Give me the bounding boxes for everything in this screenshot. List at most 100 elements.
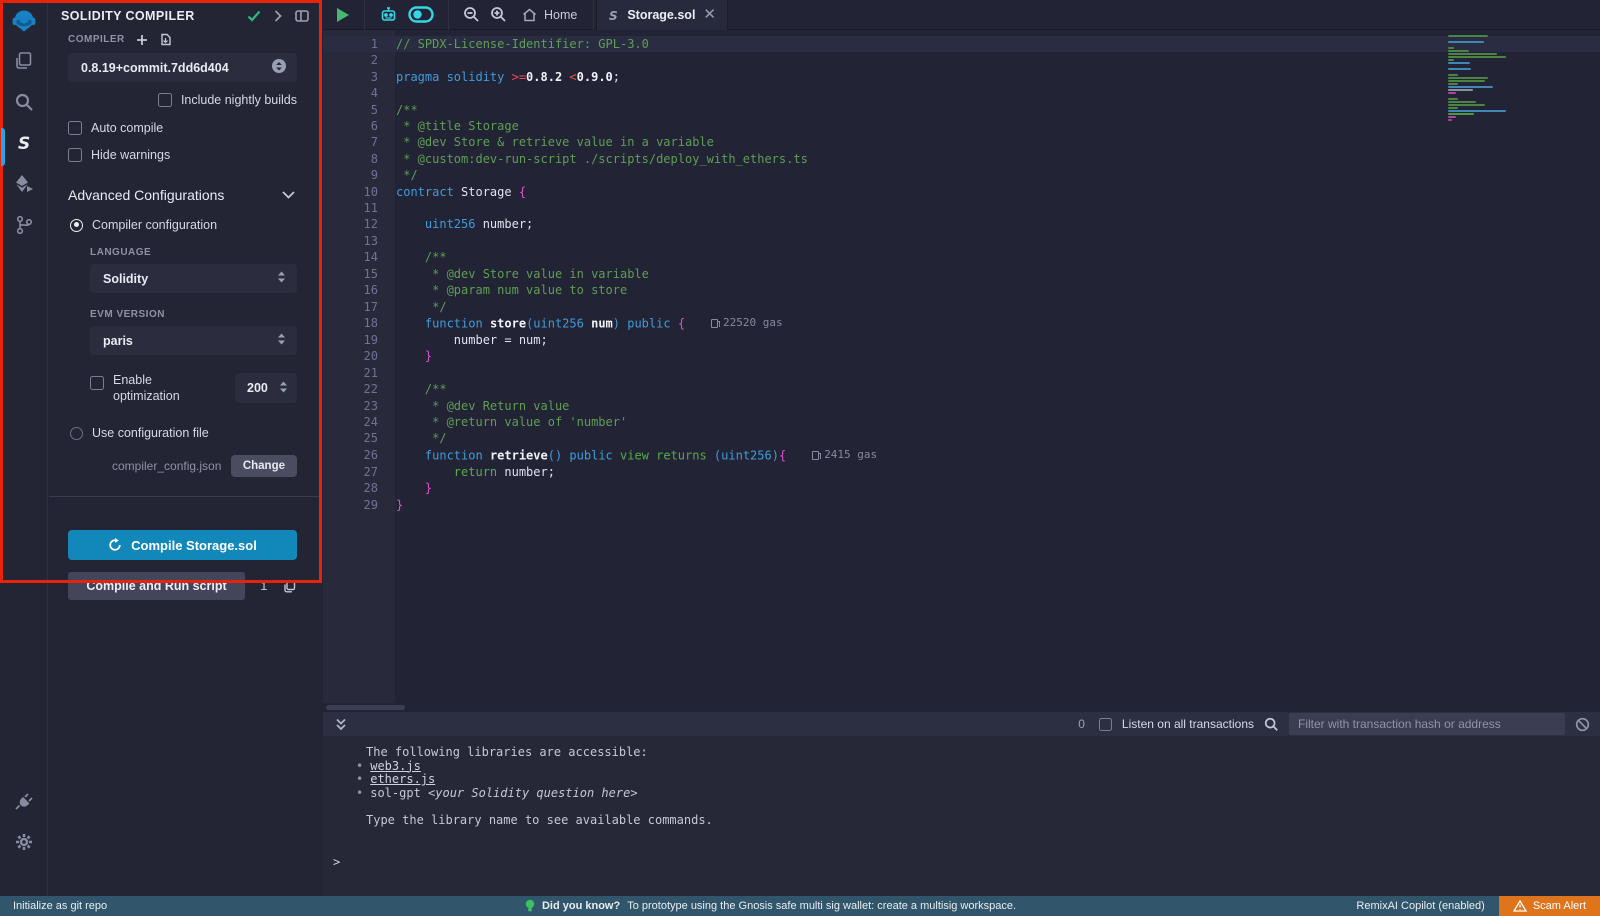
tab-storage-sol[interactable]: S Storage.sol ✕	[596, 0, 728, 30]
code-line[interactable]: 25 */	[323, 430, 1600, 446]
compile-and-run-button[interactable]: Compile and Run script	[68, 572, 245, 600]
scam-alert-badge[interactable]: Scam Alert	[1499, 896, 1600, 916]
optimization-runs-input[interactable]: 200	[235, 373, 297, 403]
panel-title: SOLIDITY COMPILER	[61, 9, 234, 23]
line-number: 5	[323, 102, 378, 118]
code-line[interactable]: 7 * @dev Store & retrieve value in a var…	[323, 134, 1600, 150]
terminal-link[interactable]: web3.js	[370, 759, 421, 773]
language-select[interactable]: Solidity	[90, 264, 297, 293]
line-number: 12	[323, 216, 378, 232]
code-line[interactable]: 1// SPDX-License-Identifier: GPL-3.0	[323, 36, 1600, 52]
tab-close-icon[interactable]: ✕	[703, 7, 716, 22]
hscrollbar-thumb[interactable]	[326, 705, 405, 710]
line-number: 8	[323, 151, 378, 167]
code-line[interactable]: 23 * @dev Return value	[323, 398, 1600, 414]
plugin-manager-icon[interactable]	[11, 788, 37, 814]
hide-warnings-label: Hide warnings	[91, 148, 170, 162]
code-line[interactable]: 19 number = num;	[323, 332, 1600, 348]
code-line[interactable]: 10contract Storage {	[323, 184, 1600, 200]
line-content: * @dev Store & retrieve value in a varia…	[378, 134, 714, 150]
code-line[interactable]: 2	[323, 52, 1600, 68]
solidity-compiler-icon[interactable]: S	[11, 130, 37, 156]
code-line[interactable]: 26 function retrieve() public view retur…	[323, 447, 1600, 464]
ai-copilot-toggle[interactable]	[408, 6, 434, 23]
code-line[interactable]: 21	[323, 365, 1600, 381]
remix-ide: S	[0, 0, 1600, 916]
editor-minimap[interactable]	[1448, 35, 1510, 122]
add-compiler-icon[interactable]	[136, 34, 148, 46]
line-content: }	[378, 497, 403, 513]
ai-copilot-robot-icon[interactable]	[379, 6, 398, 24]
terminal-collapse-icon[interactable]	[335, 718, 347, 731]
code-line[interactable]: 15 * @dev Store value in variable	[323, 266, 1600, 282]
code-line[interactable]: 13	[323, 233, 1600, 249]
active-plugin-indicator	[1, 128, 5, 166]
import-compiler-icon[interactable]	[159, 33, 172, 46]
git-init-label[interactable]: Initialize as git repo	[13, 900, 107, 912]
code-line[interactable]: 4	[323, 85, 1600, 101]
change-config-button[interactable]: Change	[231, 455, 297, 477]
run-script-icon[interactable]	[335, 7, 350, 23]
chevron-right-icon[interactable]	[274, 10, 282, 22]
auto-compile-checkbox[interactable]	[68, 121, 82, 135]
enable-optimization-checkbox[interactable]	[90, 376, 104, 390]
line-content: /**	[378, 249, 447, 265]
code-line[interactable]: 12 uint256 number;	[323, 216, 1600, 232]
compiler-configuration-radio[interactable]	[70, 219, 83, 232]
git-icon[interactable]	[11, 212, 37, 238]
code-line[interactable]: 8 * @custom:dev-run-script ./scripts/dep…	[323, 151, 1600, 167]
line-content: pragma solidity >=0.8.2 <0.9.0;	[378, 69, 620, 85]
code-line[interactable]: 29}	[323, 497, 1600, 513]
transaction-filter-input[interactable]	[1289, 713, 1565, 735]
search-icon[interactable]	[11, 89, 37, 115]
code-line[interactable]: 11	[323, 200, 1600, 216]
terminal-search-icon[interactable]	[1264, 717, 1279, 732]
terminal-link[interactable]: ethers.js	[370, 772, 435, 786]
line-number: 22	[323, 381, 378, 397]
language-value: Solidity	[103, 272, 276, 286]
use-configuration-file-radio[interactable]	[70, 427, 83, 440]
remix-logo-icon[interactable]	[11, 8, 37, 34]
line-content	[378, 365, 396, 381]
info-icon[interactable]: i	[260, 579, 268, 594]
copy-icon[interactable]	[283, 580, 296, 593]
code-line[interactable]: 16 * @param num value to store	[323, 282, 1600, 298]
gas-pump-icon	[812, 451, 819, 460]
home-tab[interactable]: Home	[522, 8, 577, 22]
terminal[interactable]: The following libraries are accessible:•…	[323, 736, 1600, 896]
code-line[interactable]: 20 }	[323, 348, 1600, 364]
compiler-version-select[interactable]: 0.8.19+commit.7dd6d404	[68, 53, 297, 82]
version-stepper-icon	[271, 58, 287, 77]
include-nightly-label: Include nightly builds	[181, 93, 297, 107]
code-line[interactable]: 9 */	[323, 167, 1600, 183]
code-line[interactable]: 14 /**	[323, 249, 1600, 265]
code-line[interactable]: 28 }	[323, 480, 1600, 496]
code-line[interactable]: 22 /**	[323, 381, 1600, 397]
zoom-out-icon[interactable]	[463, 6, 480, 23]
line-content: */	[378, 167, 418, 183]
code-line[interactable]: 24 * @return value of 'number'	[323, 414, 1600, 430]
line-content: number = num;	[378, 332, 548, 348]
terminal-prompt[interactable]: >	[333, 856, 1600, 870]
settings-icon[interactable]	[11, 829, 37, 855]
advanced-configurations-header[interactable]: Advanced Configurations	[68, 187, 295, 203]
include-nightly-checkbox[interactable]	[158, 93, 172, 107]
code-line[interactable]: 3pragma solidity >=0.8.2 <0.9.0;	[323, 69, 1600, 85]
compile-button[interactable]: Compile Storage.sol	[68, 530, 297, 560]
code-line[interactable]: 18 function store(uint256 num) public {2…	[323, 315, 1600, 332]
code-line[interactable]: 27 return number;	[323, 464, 1600, 480]
code-editor[interactable]: 1// SPDX-License-Identifier: GPL-3.023pr…	[323, 30, 1600, 703]
deploy-run-icon[interactable]	[11, 171, 37, 197]
hide-warnings-checkbox[interactable]	[68, 148, 82, 162]
code-line[interactable]: 5/**	[323, 102, 1600, 118]
file-explorer-icon[interactable]	[11, 48, 37, 74]
pin-panel-icon[interactable]	[295, 10, 309, 22]
evm-version-select[interactable]: paris	[90, 326, 297, 355]
optimization-runs-value: 200	[247, 381, 278, 395]
zoom-in-icon[interactable]	[490, 6, 507, 23]
code-line[interactable]: 6 * @title Storage	[323, 118, 1600, 134]
code-line[interactable]: 17 */	[323, 299, 1600, 315]
listen-transactions-checkbox[interactable]	[1099, 718, 1112, 731]
line-content: * @param num value to store	[378, 282, 627, 298]
clear-console-icon[interactable]	[1575, 717, 1590, 732]
